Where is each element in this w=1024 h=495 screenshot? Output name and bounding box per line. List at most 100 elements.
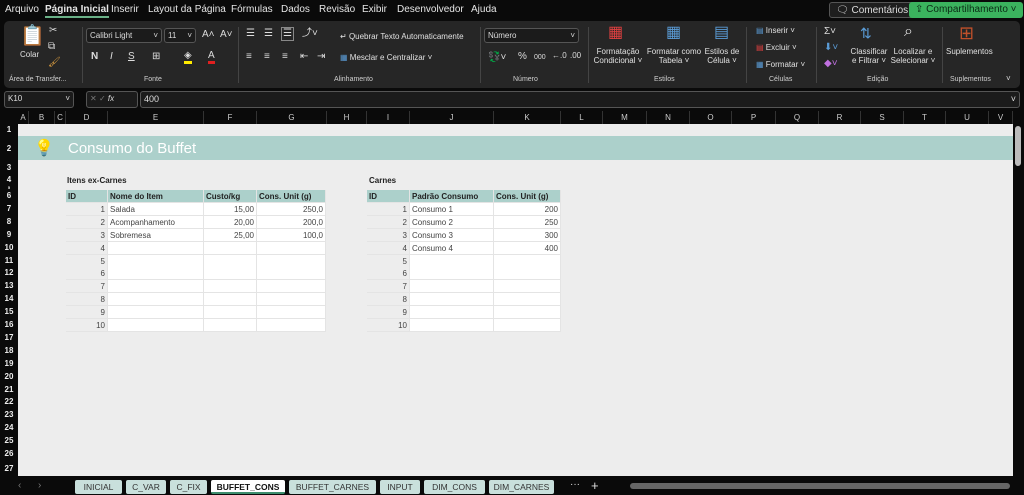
table-header-cell[interactable]: Custo/kg [204, 190, 257, 203]
table-cell[interactable]: 250 [494, 215, 561, 229]
format-table-icon[interactable]: ▦ [666, 25, 681, 41]
column-header-Q[interactable]: Q [776, 111, 819, 124]
bold-button[interactable]: N [91, 52, 98, 62]
paste-button[interactable]: Colar [20, 50, 39, 59]
font-size-select[interactable]: 11 ˅ [164, 28, 196, 43]
currency-icon[interactable]: 💱˅ [488, 53, 506, 63]
addins-button[interactable]: Suplementos [946, 47, 993, 56]
row-header-23[interactable]: 23 [0, 409, 18, 422]
column-header-N[interactable]: N [647, 111, 690, 124]
menu-arquivo[interactable]: Arquivo [5, 4, 39, 15]
table-cell[interactable] [108, 280, 204, 294]
row-id-cell[interactable]: 1 [367, 202, 410, 216]
table-header-cell[interactable]: ID [367, 190, 410, 203]
table-header-cell[interactable]: Cons. Unit (g) [494, 190, 561, 203]
table-cell[interactable] [494, 280, 561, 294]
insert-function-button[interactable]: fx [108, 94, 114, 103]
row-id-cell[interactable]: 9 [367, 306, 410, 320]
percent-button[interactable]: % [518, 52, 527, 62]
table-cell[interactable]: 200 [494, 202, 561, 216]
increase-decimal-icon[interactable]: ←.0 [552, 52, 567, 60]
row-header-9[interactable]: 9 [0, 229, 18, 242]
worksheet-grid[interactable]: 💡 Consumo do Buffet Itens ex-Carnes Carn… [18, 124, 1013, 476]
row-header-18[interactable]: 18 [0, 345, 18, 358]
table-cell[interactable] [257, 306, 326, 320]
row-header-10[interactable]: 10 [0, 242, 18, 255]
row-header-13[interactable]: 13 [0, 280, 18, 293]
row-header-14[interactable]: 14 [0, 293, 18, 306]
align-middle-icon[interactable]: ☰ [264, 29, 273, 39]
next-sheet-icon[interactable]: › [38, 481, 41, 491]
row-header-16[interactable]: 16 [0, 319, 18, 332]
table-cell[interactable] [257, 319, 326, 332]
column-header-B[interactable]: B [29, 111, 55, 124]
table-cell[interactable] [204, 319, 257, 332]
decrease-font-icon[interactable]: A˅ [220, 30, 233, 40]
row-header-17[interactable]: 17 [0, 332, 18, 345]
column-header-A[interactable]: A [18, 111, 29, 124]
row-id-cell[interactable]: 3 [66, 228, 108, 242]
table-cell[interactable]: Sobremesa [108, 228, 204, 242]
table-cell[interactable] [257, 241, 326, 255]
row-header-27[interactable]: 27 [0, 461, 18, 476]
table-cell[interactable] [410, 306, 494, 320]
insert-cells-button[interactable]: ▤ Inserir ˅ [756, 26, 795, 35]
table-cell[interactable]: Salada [108, 202, 204, 216]
table-cell[interactable] [108, 306, 204, 320]
row-id-cell[interactable]: 7 [66, 280, 108, 294]
align-right-icon[interactable]: ≡ [282, 52, 288, 62]
row-id-cell[interactable]: 7 [367, 280, 410, 294]
number-format-select[interactable]: Número ˅ [484, 28, 579, 43]
vertical-scrollbar[interactable] [1013, 124, 1024, 476]
collapse-ribbon-icon[interactable]: ˅ [1006, 75, 1011, 83]
sort-filter-icon[interactable]: ⇅ [860, 26, 872, 40]
sheet-tab-input[interactable]: INPUT [380, 480, 420, 494]
table-cell[interactable]: 15,00 [204, 202, 257, 216]
menu-desenvolvedor[interactable]: Desenvolvedor [397, 4, 464, 15]
column-header-U[interactable]: U [946, 111, 989, 124]
row-header-12[interactable]: 12 [0, 267, 18, 280]
increase-indent-icon[interactable]: ⇥ [317, 52, 325, 62]
row-header-26[interactable]: 26 [0, 448, 18, 461]
row-id-cell[interactable]: 10 [66, 319, 108, 332]
font-color-icon[interactable]: A [208, 51, 215, 64]
sheet-tab-inicial[interactable]: INICIAL [75, 480, 122, 494]
addins-icon[interactable]: ⊞ [959, 24, 974, 42]
sheet-tab-buffet_carnes[interactable]: BUFFET_CARNES [289, 480, 376, 494]
row-id-cell[interactable]: 4 [367, 241, 410, 255]
autosum-icon[interactable]: Σ˅ [824, 27, 836, 37]
format-as-table-button[interactable]: Formatar como Tabela ˅ [646, 47, 702, 65]
decrease-decimal-icon[interactable]: .00 [570, 52, 581, 60]
orientation-icon[interactable]: ⤴˅ [302, 29, 318, 39]
table-cell[interactable]: 300 [494, 228, 561, 242]
table-cell[interactable] [204, 254, 257, 268]
row-header-1[interactable]: 1 [0, 124, 18, 136]
menu-layout-da-página[interactable]: Layout da Página [148, 4, 226, 15]
menu-página-inicial[interactable]: Página Inicial [45, 4, 109, 18]
search-icon[interactable]: ⌕ [904, 24, 913, 40]
row-header-8[interactable]: 8 [0, 216, 18, 229]
column-header-M[interactable]: M [603, 111, 647, 124]
table-cell[interactable] [204, 306, 257, 320]
row-id-cell[interactable]: 6 [66, 267, 108, 281]
column-header-D[interactable]: D [66, 111, 108, 124]
table-cell[interactable] [204, 280, 257, 294]
row-id-cell[interactable]: 6 [367, 267, 410, 281]
add-sheet-icon[interactable]: + [591, 479, 599, 492]
more-sheets-icon[interactable]: ··· [570, 480, 580, 490]
table-cell[interactable]: Consumo 2 [410, 215, 494, 229]
row-id-cell[interactable]: 2 [66, 215, 108, 229]
prev-sheet-icon[interactable]: ‹ [18, 481, 21, 491]
comments-button[interactable]: 🗨 Comentários [829, 2, 916, 18]
merge-center-button[interactable]: ▦ Mesclar e Centralizar ˅ [340, 53, 432, 62]
table-cell[interactable] [494, 293, 561, 307]
sheet-tab-buffet_cons[interactable]: BUFFET_CONS [211, 480, 285, 494]
row-header-22[interactable]: 22 [0, 396, 18, 409]
table-cell[interactable] [257, 293, 326, 307]
clear-icon[interactable]: ◆˅ [824, 59, 838, 69]
menu-inserir[interactable]: Inserir [111, 4, 139, 15]
row-header-6[interactable]: 6 [0, 190, 18, 203]
column-header-V[interactable]: V [989, 111, 1013, 124]
table-cell[interactable] [410, 319, 494, 332]
row-id-cell[interactable]: 8 [367, 293, 410, 307]
